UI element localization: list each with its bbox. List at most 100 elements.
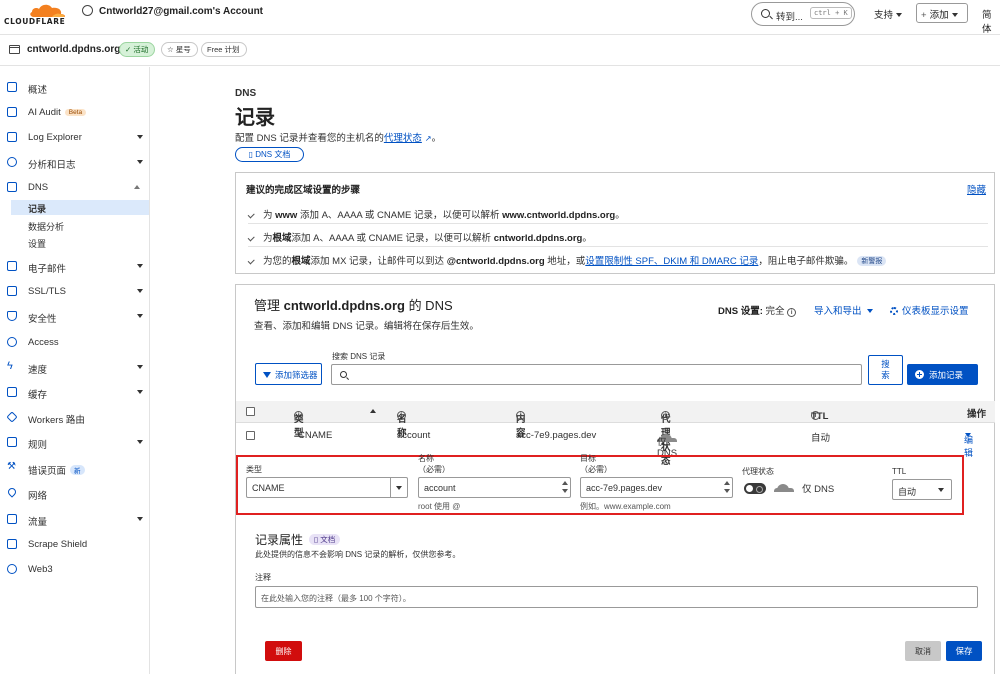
dashboard-settings-link[interactable]: 仪表板显示设置 <box>890 303 969 317</box>
add-record-label: 添加记录 <box>929 370 964 380</box>
sidebar-item-workers-routes[interactable]: Workers 路由 <box>0 408 149 428</box>
target-input[interactable]: acc-7e9.pages.dev <box>580 477 733 498</box>
account-switcher[interactable]: Cntworld27@gmail.com's Account <box>82 5 263 17</box>
ttl-value: 自动 <box>898 487 917 497</box>
hide-steps-link[interactable]: 隐藏 <box>967 182 986 196</box>
name-input[interactable]: account <box>418 477 571 498</box>
support-menu[interactable]: 支持 <box>874 7 903 21</box>
sidebar-subitem-settings[interactable]: 设置 <box>28 237 46 250</box>
chevron-down-icon <box>390 478 407 497</box>
manage-title: 管理 cntworld.dpdns.org 的 DNS <box>254 295 453 314</box>
docs-link[interactable]: ▯ 文档 <box>309 534 341 545</box>
type-select[interactable]: CNAME <box>246 477 408 498</box>
proxy-toggle[interactable] <box>744 483 766 494</box>
chevron-down-icon <box>137 365 143 369</box>
cache-icon <box>7 387 17 397</box>
search-button[interactable]: 搜索 <box>868 355 903 385</box>
name-value: account <box>424 483 456 493</box>
table-row[interactable]: CNAME account acc-7e9.pages.dev 仅 DNS 自动… <box>236 423 995 459</box>
step-text: 为 <box>263 233 273 244</box>
dns-docs-label: DNS 文档 <box>255 150 291 159</box>
sidebar-subitem-analytics[interactable]: 数据分析 <box>28 220 64 233</box>
add-filter-button[interactable]: 添加筛选器 <box>255 363 322 385</box>
status-badge: ✓ 活动 <box>119 42 156 57</box>
save-button[interactable]: 保存 <box>946 641 982 661</box>
sidebar-item-log-explorer[interactable]: Log Explorer <box>0 128 149 148</box>
sidebar-item-dns[interactable]: DNS <box>0 178 149 198</box>
step-bold: @cntworld.dpdns.org <box>446 256 545 267</box>
info-icon: i <box>811 411 820 420</box>
global-search[interactable]: 转到... ctrl + K <box>751 2 855 26</box>
sidebar-item-label: 概述 <box>28 85 48 96</box>
step-bold: cntworld.dpdns.org <box>493 233 583 244</box>
sidebar-item-label: 速度 <box>28 365 48 376</box>
sidebar-item-label: 分析和日志 <box>28 160 76 171</box>
sidebar-item-email[interactable]: 电子邮件 <box>0 257 149 277</box>
sidebar-item-label: 安全性 <box>28 314 57 325</box>
sidebar-item-cache[interactable]: 缓存 <box>0 383 149 403</box>
add-record-button[interactable]: 添加记录 <box>907 364 978 385</box>
sort-asc-icon[interactable] <box>370 409 376 413</box>
check-icon <box>247 233 255 241</box>
sidebar-item-security[interactable]: 安全性 <box>0 307 149 327</box>
comment-input[interactable]: 在此处输入您的注释（最多 100 个字符）。 <box>255 586 978 608</box>
cloudflare-cloud-icon <box>30 4 65 18</box>
chevron-down-icon <box>137 517 143 521</box>
import-export-menu[interactable]: 导入和导出 <box>814 303 873 317</box>
stepper-icon <box>724 480 730 495</box>
add-menu-button[interactable]: + 添加 <box>916 3 968 23</box>
select-all-checkbox[interactable] <box>246 407 255 416</box>
info-icon[interactable]: i <box>787 308 797 317</box>
zone-bar: cntworld.dpdns.org ✓ 活动 ☆ 星号 Free 计划 <box>0 34 1000 66</box>
step-text: 为您的 <box>263 256 292 267</box>
sidebar-item-label: Access <box>28 337 59 348</box>
sidebar-item-web3[interactable]: Web3 <box>0 560 149 580</box>
plan-badge[interactable]: Free 计划 <box>201 42 247 57</box>
sidebar-item-access[interactable]: Access <box>0 333 149 353</box>
wrench-icon: ⚒ <box>7 461 16 472</box>
sidebar-item-label: 缓存 <box>28 390 48 401</box>
sidebar-subitem-records[interactable]: 记录 <box>11 200 149 215</box>
row-name: account <box>397 430 431 441</box>
sidebar-item-traffic[interactable]: 流量 <box>0 510 149 530</box>
type-value: CNAME <box>252 483 285 493</box>
ttl-select[interactable]: 自动 <box>892 479 952 500</box>
row-checkbox[interactable] <box>246 431 255 440</box>
search-records-input[interactable] <box>331 364 862 385</box>
delete-button[interactable]: 删除 <box>265 641 302 661</box>
add-filter-label: 添加筛选器 <box>275 370 318 380</box>
info-icon: i <box>397 411 406 420</box>
proxy-status-link[interactable]: 代理状态 <box>384 133 422 144</box>
sidebar-item-analytics[interactable]: 分析和日志 <box>0 153 149 173</box>
support-label: 支持 <box>874 10 894 21</box>
search-records-label: 搜索 DNS 记录 <box>332 352 386 361</box>
setup-steps-card: 建议的完成区域设置的步骤 隐藏 为 www 添加 A、AAAA 或 CNAME … <box>235 172 995 274</box>
sidebar-item-rules[interactable]: 规则 <box>0 433 149 453</box>
sidebar-item-ai-audit[interactable]: AI Audit Beta <box>0 103 149 123</box>
email-security-link[interactable]: 设置限制性 SPF、DKIM 和 DMARC 记录 <box>585 256 758 267</box>
language-menu[interactable]: 简体 <box>982 7 1000 35</box>
sidebar-item-error-pages[interactable]: ⚒ 错误页面新 <box>0 459 149 479</box>
record-attributes-note: 此处提供的信息不会影响 DNS 记录的解析，仅供您参考。 <box>255 550 461 559</box>
chevron-down-icon <box>137 440 143 444</box>
step-bold: www <box>275 210 298 221</box>
step-text: 地址，或 <box>544 256 586 267</box>
cloudflare-logo[interactable]: CLOUDFLARE <box>4 2 74 28</box>
top-bar: CLOUDFLARE Cntworld27@gmail.com's Accoun… <box>0 0 1000 35</box>
sidebar-item-network[interactable]: 网络 <box>0 484 149 504</box>
chevron-down-icon <box>951 13 958 17</box>
step-bold: www.cntworld.dpdns.org <box>502 210 616 221</box>
col-actions: 操作 <box>967 409 987 420</box>
plus-circle-icon <box>915 370 924 379</box>
step-text: 添加 A、AAAA 或 CNAME 记录，以便可以解析 <box>291 233 494 244</box>
sidebar-item-label: 网络 <box>28 491 48 502</box>
global-search-label: 转到... <box>776 12 803 23</box>
sidebar-item-ssl-tls[interactable]: SSL/TLS <box>0 282 149 302</box>
cancel-button[interactable]: 取消 <box>905 641 941 661</box>
sidebar-item-speed[interactable]: ϟ 速度 <box>0 358 149 378</box>
star-button[interactable]: ☆ 星号 <box>161 42 198 57</box>
ttl-label: TTL <box>892 467 907 476</box>
sidebar-item-scrape-shield[interactable]: Scrape Shield <box>0 535 149 555</box>
sidebar-item-overview[interactable]: 概述 <box>0 78 149 98</box>
dns-docs-button[interactable]: ▯ DNS 文档 <box>235 147 304 162</box>
